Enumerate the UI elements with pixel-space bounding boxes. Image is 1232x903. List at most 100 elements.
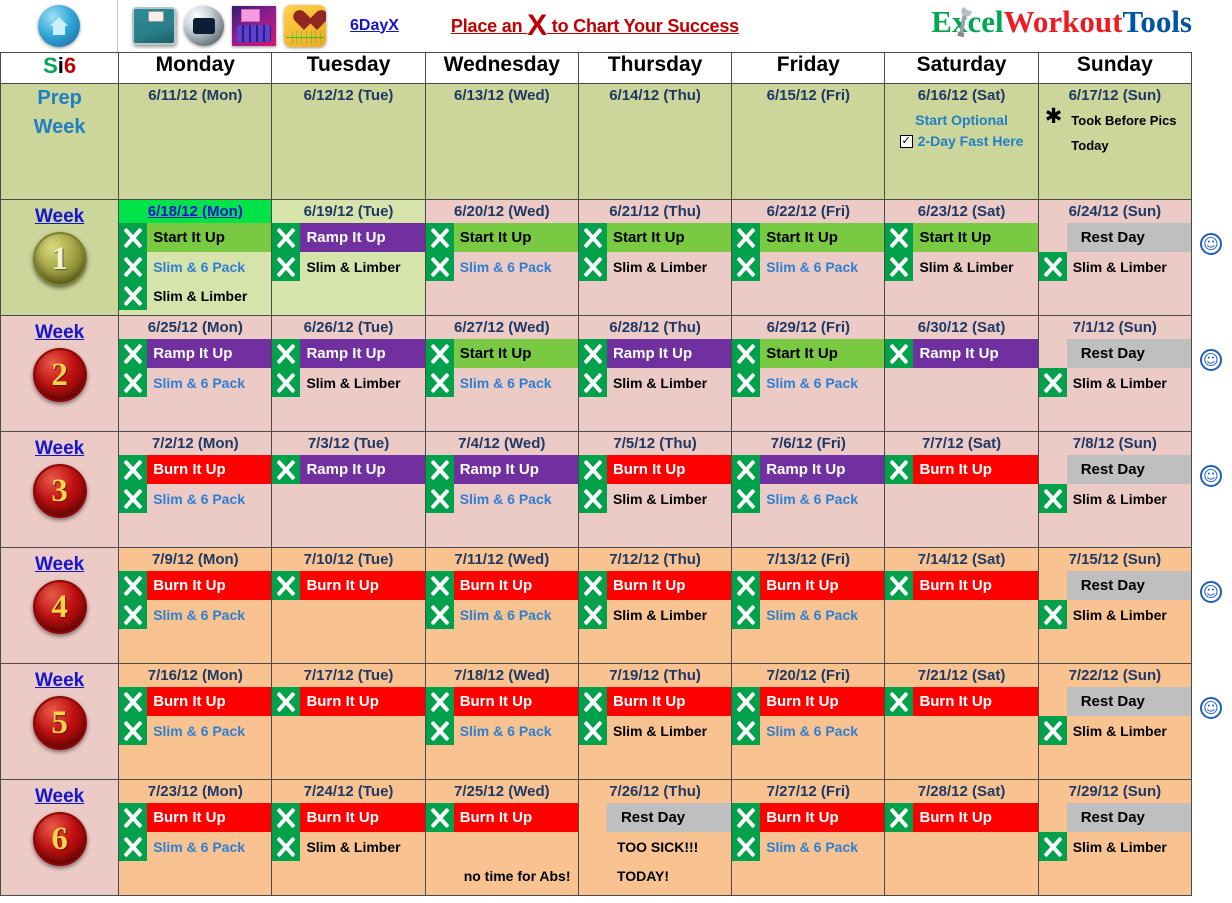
x-mark-icon[interactable] [272, 455, 301, 484]
x-mark-icon[interactable] [578, 252, 607, 281]
x-mark-icon[interactable] [119, 832, 148, 861]
x-mark-icon[interactable] [272, 368, 301, 397]
x-mark-placeholder[interactable] [579, 861, 607, 890]
x-mark-icon[interactable] [578, 687, 607, 716]
x-mark-icon[interactable] [119, 687, 148, 716]
day-cell[interactable]: 7/6/12 (Fri) Ramp It Up Slim & 6 Pack [731, 431, 886, 548]
x-mark-icon[interactable] [578, 223, 607, 252]
x-mark-icon[interactable] [425, 455, 454, 484]
day-cell[interactable]: 7/12/12 (Thu) Burn It Up Slim & Limber [577, 547, 733, 664]
day-cell[interactable]: 7/10/12 (Tue) Burn It Up [271, 547, 426, 664]
week-label-cell-4[interactable]: Week 4 [0, 547, 120, 664]
prep-day-cell[interactable]: 6/15/12 (Fri) [731, 83, 886, 200]
day-cell[interactable]: 6/28/12 (Thu) Ramp It Up Slim & Limber [577, 315, 733, 432]
x-mark-icon[interactable] [885, 571, 914, 600]
day-cell[interactable]: 7/21/12 (Sat) Burn It Up [884, 663, 1039, 780]
x-mark-icon[interactable] [425, 687, 454, 716]
prep-day-cell[interactable]: 6/12/12 (Tue) [271, 83, 426, 200]
day-cell[interactable]: 7/14/12 (Sat) Burn It Up [884, 547, 1039, 664]
x-mark-icon[interactable] [425, 339, 454, 368]
x-mark-icon[interactable] [578, 571, 607, 600]
x-mark-placeholder[interactable] [1039, 339, 1067, 368]
day-cell[interactable]: 7/3/12 (Tue) Ramp It Up [271, 431, 426, 548]
day-cell[interactable]: 6/27/12 (Wed) Start It Up Slim & 6 Pack [424, 315, 579, 432]
x-mark-icon[interactable] [425, 716, 454, 745]
x-mark-icon[interactable] [1038, 368, 1067, 397]
day-cell[interactable]: 7/11/12 (Wed) Burn It Up Slim & 6 Pack [424, 547, 579, 664]
x-mark-icon[interactable] [272, 803, 301, 832]
x-mark-icon[interactable] [732, 600, 761, 629]
camera-icon[interactable] [184, 5, 224, 46]
x-mark-icon[interactable] [119, 281, 148, 310]
x-mark-icon[interactable] [119, 803, 148, 832]
x-mark-icon[interactable] [119, 339, 148, 368]
prep-day-cell[interactable]: 6/17/12 (Sun) ✱ Took Before Pics Today [1037, 83, 1193, 200]
heart-monitor-icon[interactable] [284, 4, 326, 47]
x-mark-icon[interactable] [425, 368, 454, 397]
x-mark-icon[interactable] [732, 368, 761, 397]
day-cell[interactable]: 6/19/12 (Tue) Ramp It Up Slim & Limber [271, 199, 426, 316]
day-cell[interactable]: 7/1/12 (Sun) Rest Day Slim & Limber [1037, 315, 1193, 432]
day-cell[interactable]: 6/30/12 (Sat) Ramp It Up [884, 315, 1039, 432]
week-link-1[interactable]: Week [1, 200, 118, 228]
week-label-cell-1[interactable]: Week 1 [0, 199, 120, 316]
day-cell[interactable]: 6/25/12 (Mon) Ramp It Up Slim & 6 Pack [118, 315, 273, 432]
x-mark-icon[interactable] [732, 339, 761, 368]
x-mark-icon[interactable] [732, 223, 761, 252]
x-mark-icon[interactable] [119, 571, 148, 600]
day-cell[interactable]: 7/22/12 (Sun) Rest Day Slim & Limber [1037, 663, 1193, 780]
x-mark-icon[interactable] [272, 339, 301, 368]
two-day-fast-row[interactable]: ✓ 2-Day Fast Here [899, 133, 1023, 149]
x-mark-icon[interactable] [119, 716, 148, 745]
week-link-5[interactable]: Week [1, 664, 118, 692]
x-mark-icon[interactable] [1038, 484, 1067, 513]
day-cell[interactable]: 7/26/12 (Thu) Rest Day TOO SICK!!! TODAY! [577, 779, 733, 896]
x-mark-placeholder[interactable] [1039, 571, 1067, 600]
x-mark-placeholder[interactable] [1039, 803, 1067, 832]
week-link-6[interactable]: Week [1, 780, 118, 808]
x-mark-icon[interactable] [119, 484, 148, 513]
x-mark-placeholder[interactable] [579, 803, 607, 832]
x-mark-icon[interactable] [425, 803, 454, 832]
x-mark-icon[interactable] [272, 832, 301, 861]
x-mark-icon[interactable] [732, 571, 761, 600]
x-mark-icon[interactable] [578, 484, 607, 513]
day-cell[interactable]: 6/18/12 (Mon) Start It Up Slim & 6 Pack Sli… [118, 199, 273, 316]
day-cell[interactable]: 7/4/12 (Wed) Ramp It Up Slim & 6 Pack [424, 431, 579, 548]
checkbox-icon[interactable]: ✓ [899, 134, 913, 148]
x-mark-placeholder[interactable] [426, 861, 454, 890]
day-cell[interactable]: 7/15/12 (Sun) Rest Day Slim & Limber [1037, 547, 1193, 664]
scale-icon[interactable] [132, 6, 176, 45]
x-mark-icon[interactable] [885, 455, 914, 484]
x-mark-icon[interactable] [885, 252, 914, 281]
day-cell[interactable]: 7/19/12 (Thu) Burn It Up Slim & Limber [577, 663, 733, 780]
x-mark-icon[interactable] [425, 223, 454, 252]
day-cell[interactable]: 7/25/12 (Wed) Burn It Up no time for Abs! [424, 779, 579, 896]
day-cell[interactable]: 6/29/12 (Fri) Start It Up Slim & 6 Pack [731, 315, 886, 432]
x-mark-icon[interactable] [119, 600, 148, 629]
x-mark-icon[interactable] [119, 223, 148, 252]
x-mark-icon[interactable] [732, 455, 761, 484]
day-cell[interactable]: 7/8/12 (Sun) Rest Day Slim & Limber [1037, 431, 1193, 548]
x-mark-placeholder[interactable] [426, 832, 454, 861]
x-mark-icon[interactable] [578, 600, 607, 629]
x-mark-icon[interactable] [578, 339, 607, 368]
day-cell[interactable]: 7/9/12 (Mon) Burn It Up Slim & 6 Pack [118, 547, 273, 664]
x-mark-placeholder[interactable] [579, 832, 607, 861]
day-cell[interactable]: 6/26/12 (Tue) Ramp It Up Slim & Limber [271, 315, 426, 432]
x-mark-placeholder[interactable] [1039, 223, 1067, 252]
day-cell[interactable]: 7/24/12 (Tue) Burn It Up Slim & Limber [271, 779, 426, 896]
x-mark-placeholder[interactable] [1039, 687, 1067, 716]
x-mark-icon[interactable] [272, 223, 301, 252]
week-link-3[interactable]: Week [1, 432, 118, 460]
week-label-cell-6[interactable]: Week 6 [0, 779, 120, 896]
x-mark-icon[interactable] [732, 832, 761, 861]
day-cell[interactable]: 7/13/12 (Fri) Burn It Up Slim & 6 Pack [731, 547, 886, 664]
x-mark-icon[interactable] [272, 252, 301, 281]
prep-day-cell[interactable]: 6/14/12 (Thu) [577, 83, 733, 200]
week-link-2[interactable]: Week [1, 316, 118, 344]
x-mark-icon[interactable] [885, 339, 914, 368]
x-mark-icon[interactable] [119, 252, 148, 281]
day-cell[interactable]: 7/28/12 (Sat) Burn It Up [884, 779, 1039, 896]
day-cell[interactable]: 6/24/12 (Sun) Rest Day Slim & Limber [1037, 199, 1193, 316]
